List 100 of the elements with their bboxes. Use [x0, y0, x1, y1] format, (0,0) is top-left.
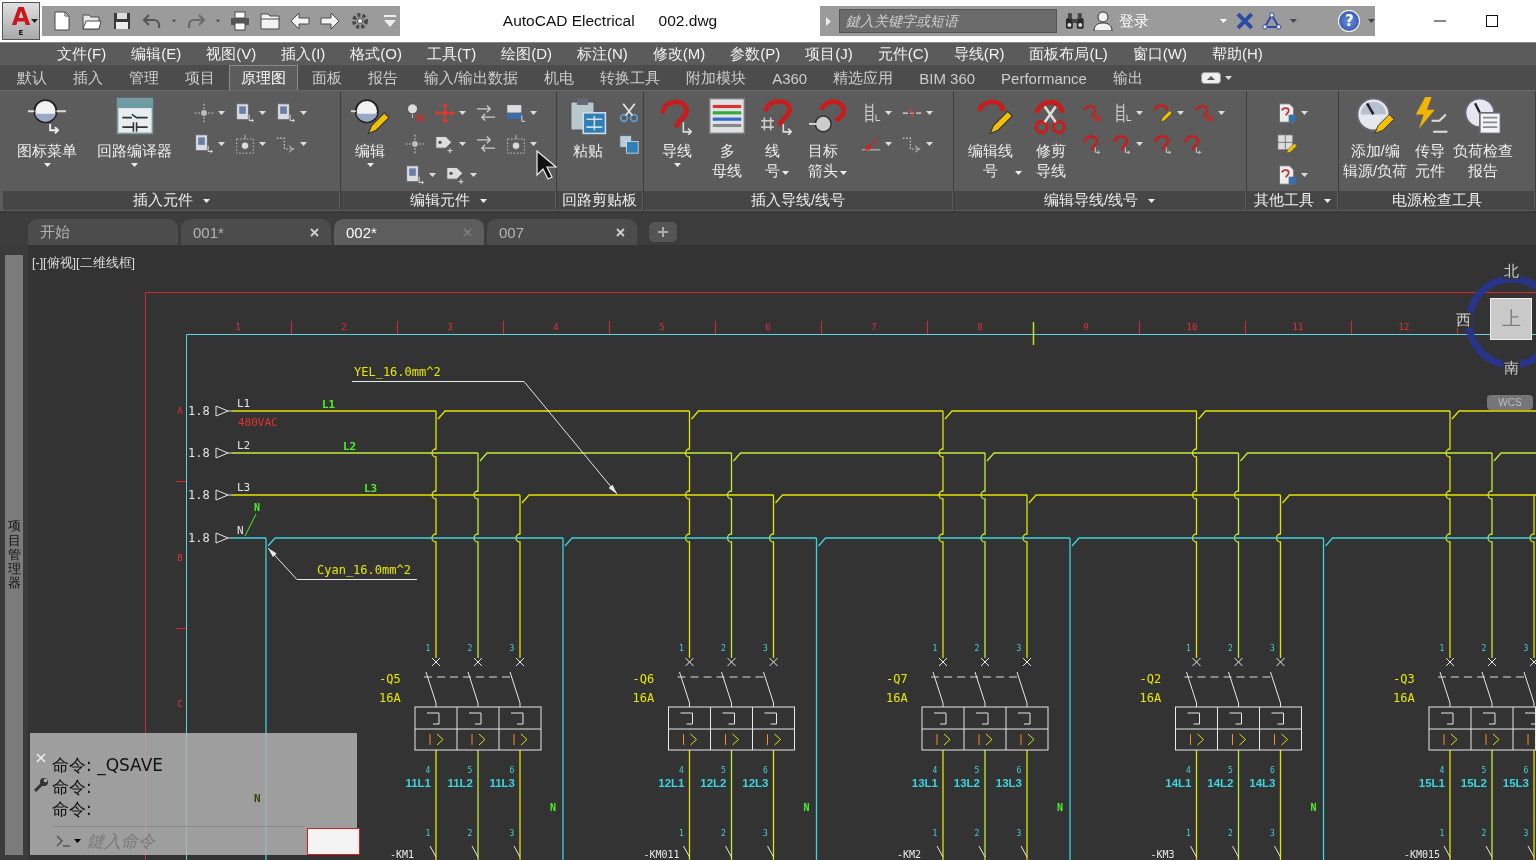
ribbon-button[interactable]: 编辑线号 [968, 97, 1022, 181]
caret-icon[interactable] [218, 141, 225, 146]
undo-icon[interactable] [142, 11, 162, 31]
wrench-icon[interactable] [33, 777, 49, 793]
ribbon-button[interactable]: 编辑 [351, 97, 389, 167]
thumbnail-placeholder[interactable] [307, 828, 360, 855]
caret-icon[interactable] [885, 141, 892, 146]
panel-title[interactable]: 编辑元件 [341, 191, 555, 210]
menu-item[interactable]: 项目(J) [805, 44, 853, 64]
ribbon-button[interactable]: 目标箭头 [808, 97, 847, 181]
help-button[interactable]: ? [1338, 10, 1361, 32]
menu-item[interactable]: 面板布局(L) [1029, 44, 1108, 64]
project-manager-palette[interactable]: 项目管理器 [5, 255, 23, 855]
caret-icon[interactable] [673, 163, 681, 167]
caret-icon[interactable] [459, 141, 466, 146]
caret-icon[interactable] [1323, 198, 1331, 203]
caret-icon[interactable] [300, 141, 307, 146]
caret-icon[interactable] [202, 198, 210, 203]
document-tab[interactable]: 002* [334, 219, 484, 245]
caret-icon[interactable] [218, 110, 225, 115]
ribbon-tab[interactable]: 插入 [61, 65, 115, 90]
caret-icon[interactable] [1301, 172, 1308, 177]
caret-icon[interactable] [74, 839, 81, 843]
caret-icon[interactable] [1177, 110, 1184, 115]
caret-icon[interactable] [479, 198, 487, 203]
caret-icon[interactable] [1301, 110, 1308, 115]
caret-icon[interactable] [1148, 198, 1155, 203]
panel-title[interactable]: 插入元件 [3, 191, 339, 210]
menu-item[interactable]: 文件(F) [57, 44, 107, 64]
caret-icon[interactable] [1015, 171, 1022, 175]
ribbon-tab[interactable]: Performance [989, 65, 1099, 90]
search-field[interactable]: 鍵入关键字或短语 [838, 9, 1058, 33]
menu-item[interactable]: 格式(O) [350, 44, 402, 64]
folder-icon[interactable] [260, 11, 280, 31]
ribbon-button[interactable]: 传导元件 [1411, 97, 1450, 181]
caret-icon[interactable] [300, 110, 307, 115]
forward-arrow-icon[interactable] [320, 11, 340, 31]
menu-item[interactable]: 参数(P) [730, 44, 781, 64]
menu-item[interactable]: 帮助(H) [1211, 44, 1263, 64]
caret-icon[interactable] [1136, 141, 1143, 146]
caret-icon[interactable] [459, 110, 466, 115]
caret-icon[interactable] [1136, 110, 1143, 115]
caret-icon[interactable] [885, 110, 892, 115]
caret-icon[interactable] [782, 171, 789, 175]
ribbon-button[interactable]: 导线 [658, 97, 696, 167]
caret-icon[interactable] [31, 19, 38, 23]
ribbon-button[interactable]: 图标菜单 [17, 97, 77, 167]
menu-item[interactable]: 标注(N) [577, 44, 628, 64]
caret-icon[interactable] [366, 163, 374, 167]
ribbon-button[interactable]: 线号 [758, 97, 796, 181]
ribbon-button[interactable]: 回路编译器 [97, 97, 172, 167]
triangle-nodes-icon[interactable] [1262, 12, 1283, 30]
menu-item[interactable]: 插入(I) [281, 44, 326, 64]
menu-item[interactable]: 工具(T) [427, 44, 477, 64]
panel-title[interactable]: 其他工具 [1247, 191, 1337, 210]
ribbon-button[interactable]: 多母线 [708, 97, 746, 181]
document-tab[interactable]: 001* [181, 219, 331, 245]
menu-item[interactable]: 修改(M) [652, 44, 706, 64]
menu-item[interactable]: 绘图(D) [501, 44, 552, 64]
viewport-label[interactable]: [-][俯视][二维线框] [32, 255, 135, 272]
ribbon-tab[interactable]: 机电 [532, 65, 587, 90]
caret-icon[interactable] [259, 141, 266, 146]
caret-icon[interactable] [926, 141, 933, 146]
document-tab[interactable]: 007 [487, 219, 637, 245]
caret-icon[interactable] [131, 163, 138, 167]
ribbon-button[interactable]: 负荷检查报告 [1453, 97, 1514, 181]
gear-icon[interactable] [350, 11, 370, 31]
caret-icon[interactable] [43, 163, 51, 167]
ribbon-tab[interactable]: 默认 [5, 65, 59, 90]
caret-icon[interactable] [429, 172, 436, 177]
ribbon-button[interactable]: 修剪导线 [1032, 97, 1070, 181]
print-icon[interactable] [230, 11, 250, 31]
menu-item[interactable]: 窗口(W) [1132, 44, 1187, 64]
ribbon-tab[interactable]: 报告 [356, 65, 410, 90]
save-icon[interactable] [112, 11, 132, 31]
caret-icon[interactable] [530, 141, 537, 146]
caret-icon[interactable] [840, 171, 847, 175]
open-folder-icon[interactable] [82, 11, 102, 31]
x-mark-icon[interactable] [1234, 12, 1255, 30]
back-arrow-icon[interactable] [290, 11, 310, 31]
new-file-icon[interactable] [52, 11, 72, 31]
menu-item[interactable]: 视图(V) [206, 44, 257, 64]
ribbon-tab[interactable]: A360 [760, 65, 820, 90]
menu-item[interactable]: 编辑(E) [131, 44, 182, 64]
menu-item[interactable]: 元件(C) [877, 44, 929, 64]
panel-title[interactable]: 编辑导线/线号 [954, 191, 1245, 210]
document-tab[interactable]: 开始 [28, 219, 178, 245]
compass-direction[interactable]: 北 [1503, 263, 1520, 279]
ribbon-tab[interactable]: 输入/输出数据 [412, 65, 531, 90]
ribbon-tab[interactable]: 管理 [117, 65, 171, 90]
ribbon-tab[interactable]: 输出 [1100, 65, 1155, 90]
caret-icon[interactable] [530, 110, 537, 115]
binoculars-icon[interactable] [1065, 11, 1086, 31]
ribbon-tab[interactable]: BIM 360 [907, 65, 988, 90]
caret-icon[interactable] [470, 172, 477, 177]
menu-item[interactable]: 导线(R) [953, 44, 1005, 64]
ribbon-tab[interactable]: 精选应用 [821, 65, 906, 90]
caret-icon[interactable] [1218, 110, 1225, 115]
ribbon-tab[interactable]: 原理图 [229, 65, 298, 90]
ribbon-tab[interactable]: 转换工具 [588, 65, 673, 90]
